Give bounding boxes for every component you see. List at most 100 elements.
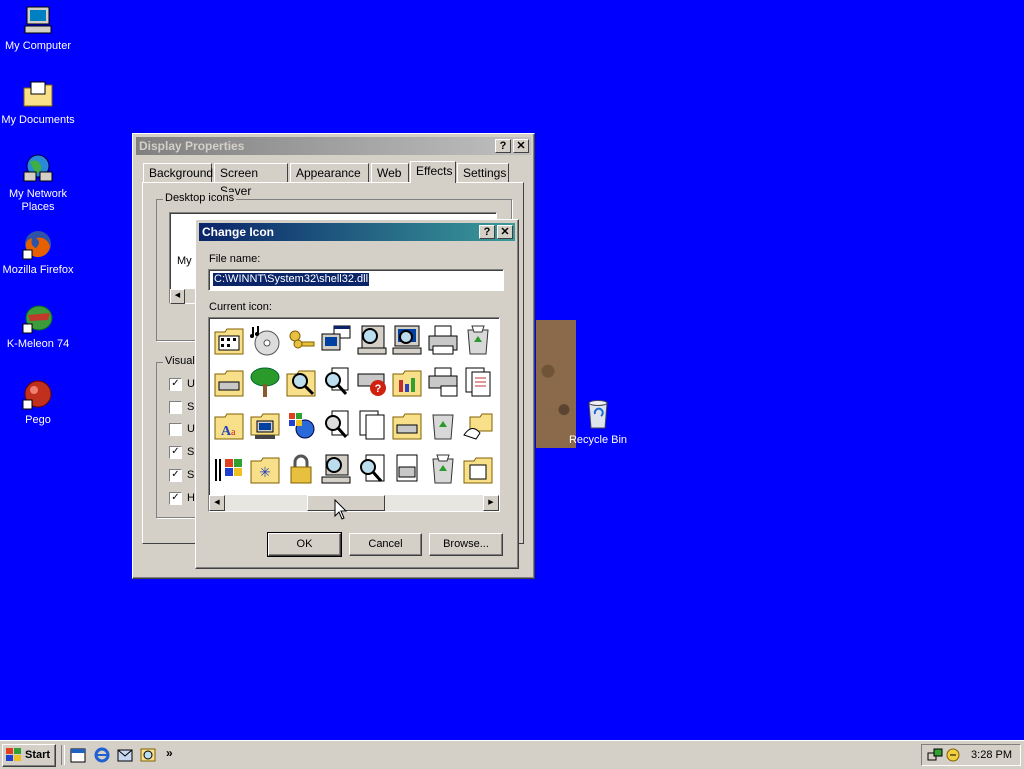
- lock-icon[interactable]: [285, 453, 317, 485]
- ie-icon[interactable]: [94, 747, 110, 763]
- find-files-icon[interactable]: [320, 409, 352, 441]
- icon-grid[interactable]: ? Aa ✳ ◀ ▶: [208, 317, 500, 512]
- document-folder-icon[interactable]: [462, 453, 494, 485]
- checkbox[interactable]: [169, 401, 182, 414]
- tree-icon[interactable]: [249, 366, 281, 398]
- display-properties-titlebar[interactable]: Display Properties ? ✕: [136, 137, 531, 155]
- checkbox[interactable]: ✓: [169, 469, 182, 482]
- recycle-bin-icon[interactable]: [427, 409, 459, 441]
- browse-button[interactable]: Browse...: [429, 533, 503, 556]
- clock[interactable]: 3:28 PM: [971, 749, 1012, 761]
- search-computer-icon[interactable]: [391, 324, 423, 356]
- help-button[interactable]: ?: [495, 139, 511, 153]
- desktop-icon-recycle-bin[interactable]: Recycle Bin: [561, 398, 635, 447]
- desktop-icon-label: My Network Places: [8, 188, 68, 213]
- computer-window-icon[interactable]: [320, 324, 352, 356]
- search-document-icon[interactable]: [320, 366, 352, 398]
- keys-icon[interactable]: [285, 324, 317, 356]
- printer-document-icon[interactable]: [391, 453, 423, 485]
- blank-documents-icon[interactable]: [356, 409, 388, 441]
- window-title: Display Properties: [139, 139, 245, 153]
- group-label: Visual: [163, 355, 197, 367]
- network-tray-icon[interactable]: [927, 747, 943, 763]
- windows-globe-icon[interactable]: [285, 409, 317, 441]
- desktop-icon-label: K-Meleon 74: [6, 338, 70, 350]
- desktop-icon-my-computer[interactable]: My Computer: [1, 4, 75, 53]
- help-button[interactable]: ?: [479, 225, 495, 239]
- group-label: Desktop icons: [163, 192, 237, 204]
- checkbox[interactable]: ✓: [169, 446, 182, 459]
- tab-settings[interactable]: Settings: [457, 163, 509, 182]
- recycle-bin-icon: [588, 400, 608, 429]
- start-button[interactable]: Start: [2, 744, 56, 767]
- tab-background[interactable]: Background: [143, 163, 213, 182]
- close-button[interactable]: ✕: [513, 139, 529, 153]
- find-computer-icon[interactable]: [356, 324, 388, 356]
- drive-folder-icon[interactable]: [213, 366, 245, 398]
- scroll-left-arrow[interactable]: ◀: [209, 495, 225, 511]
- mouse-cursor-icon: [334, 499, 348, 520]
- svg-text:a: a: [231, 427, 236, 438]
- windows-flag-icon[interactable]: [213, 453, 245, 485]
- recycle-full-2-icon[interactable]: [427, 453, 459, 485]
- svg-text:?: ?: [375, 383, 382, 395]
- file-name-label: File name:: [209, 253, 261, 265]
- change-icon-titlebar[interactable]: Change Icon ? ✕: [199, 223, 515, 241]
- documents-arrow-icon[interactable]: [462, 366, 494, 398]
- folder-documents-icon: [23, 81, 53, 107]
- tab-effects[interactable]: Effects: [410, 161, 456, 183]
- tab-screen-saver[interactable]: Screen Saver: [214, 163, 288, 198]
- checkbox[interactable]: ✓: [169, 378, 182, 391]
- desktop-icon-firefox[interactable]: Mozilla Firefox: [1, 228, 75, 277]
- printers-folder-icon[interactable]: [427, 366, 459, 398]
- outlook-icon[interactable]: [117, 747, 133, 763]
- fonts-folder-icon[interactable]: Aa: [213, 409, 245, 441]
- system-tray: 3:28 PM: [921, 744, 1021, 766]
- desktop-icon-kmeleon[interactable]: K-Meleon 74: [1, 302, 75, 351]
- volume-tray-icon[interactable]: [945, 747, 961, 763]
- checkbox[interactable]: ✓: [169, 492, 182, 505]
- checkbox[interactable]: [169, 423, 182, 436]
- network-folder-icon[interactable]: [249, 409, 281, 441]
- file-name-value: C:\WINNT\System32\shell32.dll: [213, 273, 370, 286]
- tab-appearance[interactable]: Appearance: [290, 163, 369, 182]
- desktop-icon-label: My Documents: [1, 114, 75, 126]
- desktop-icon-pego[interactable]: Pego: [1, 378, 75, 427]
- search-folder-icon[interactable]: [285, 366, 317, 398]
- control-panel-folder-icon[interactable]: [391, 366, 423, 398]
- pego-icon: [22, 380, 52, 410]
- desktop-icon-label: Mozilla Firefox: [2, 264, 74, 276]
- tab-web[interactable]: Web: [371, 163, 409, 182]
- printer-icon[interactable]: [427, 324, 459, 356]
- scroll-right-arrow[interactable]: ▶: [483, 495, 499, 511]
- desktop-icon-network-places[interactable]: My Network Places: [1, 152, 75, 214]
- network-icon: [23, 154, 53, 182]
- close-button[interactable]: ✕: [497, 225, 513, 239]
- icon-grid-scrollbar[interactable]: ◀ ▶: [209, 495, 499, 511]
- quicklaunch-divider: [61, 745, 65, 765]
- svg-text:✳: ✳: [259, 464, 271, 480]
- quicklaunch-chevron[interactable]: »: [166, 746, 173, 760]
- scroll-left-arrow[interactable]: ◀: [170, 289, 185, 304]
- ok-button[interactable]: OK: [267, 532, 342, 557]
- desktop-icon-my-documents[interactable]: My Documents: [1, 78, 75, 127]
- calendar-icon[interactable]: [70, 747, 86, 763]
- drive-folder-2-icon[interactable]: [391, 409, 423, 441]
- star-folder-icon[interactable]: ✳: [249, 453, 281, 485]
- find-computer-2-icon[interactable]: [320, 453, 352, 485]
- windows-logo-icon: [6, 748, 21, 761]
- help-drive-icon[interactable]: ?: [356, 366, 388, 398]
- shared-folder-icon[interactable]: [462, 409, 494, 441]
- search-icon[interactable]: [140, 747, 156, 763]
- search-page-icon[interactable]: [356, 453, 388, 485]
- cd-music-icon[interactable]: [249, 324, 281, 356]
- file-name-input[interactable]: C:\WINNT\System32\shell32.dll: [208, 269, 504, 291]
- desktop-icon-label: Recycle Bin: [568, 434, 628, 446]
- start-label: Start: [25, 749, 51, 761]
- firefox-icon: [22, 231, 51, 260]
- change-icon-dialog: Change Icon ? ✕ File name: C:\WINNT\Syst…: [195, 219, 519, 569]
- desktop-icon-label: My Computer: [4, 40, 72, 52]
- cancel-button[interactable]: Cancel: [349, 533, 422, 556]
- calendar-grid-icon[interactable]: [213, 324, 245, 356]
- recycle-full-icon[interactable]: [462, 324, 494, 356]
